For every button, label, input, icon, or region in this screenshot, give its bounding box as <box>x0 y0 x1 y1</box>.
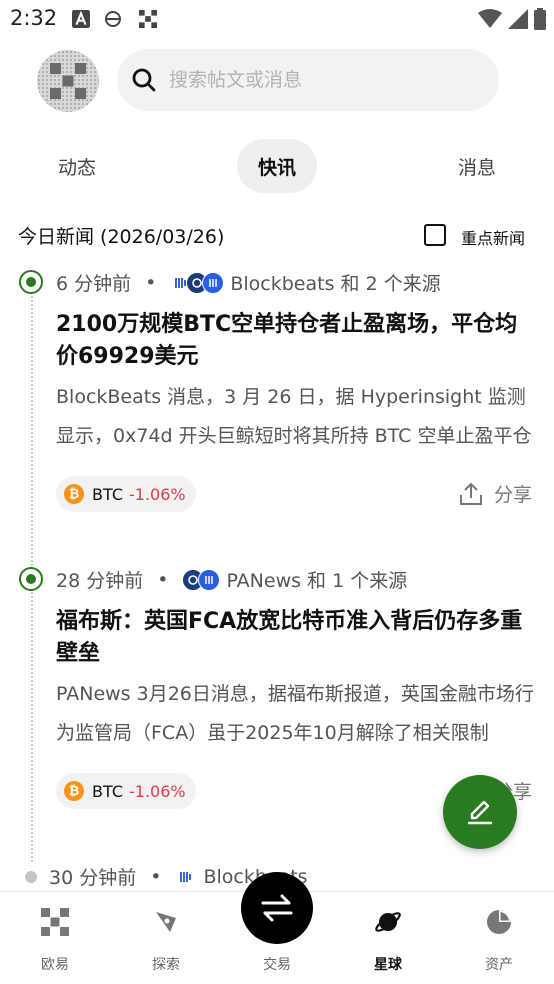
source-icons <box>170 271 225 294</box>
bitcoin-icon: ₿ <box>64 484 84 504</box>
search-icon <box>132 68 156 92</box>
bitcoin-icon: ₿ <box>64 781 84 801</box>
timeline-dot <box>19 270 43 294</box>
avatar[interactable] <box>37 50 99 112</box>
key-news-label[interactable]: 重点新闻 <box>461 225 525 249</box>
timeline-dot <box>19 567 43 591</box>
battery-icon <box>534 8 546 30</box>
tab-messages[interactable]: 消息 <box>436 139 518 193</box>
status-bar: 2:32 <box>0 0 554 38</box>
search-input[interactable] <box>169 69 469 91</box>
timeline-line <box>31 592 33 862</box>
timeline-dot <box>25 871 37 883</box>
okx-logo-icon <box>41 908 69 936</box>
okx-avatar-icon <box>50 63 86 99</box>
news-time: 30 分钟前 <box>49 867 137 889</box>
pie-chart-icon <box>487 910 511 934</box>
source-icons <box>182 568 221 591</box>
share-button[interactable]: 分享 <box>458 480 532 507</box>
nav-planet[interactable]: 星球 <box>333 892 443 984</box>
news-meta: 6 分钟前 • Blockbeats 和 2 个来源 <box>56 269 441 296</box>
edit-pencil-icon <box>467 800 493 825</box>
section-title: 今日新闻 (2026/03/26) <box>18 226 225 248</box>
font-notification-icon <box>72 10 90 28</box>
signal-icon <box>508 9 528 29</box>
browser-notification-icon <box>105 11 121 27</box>
wifi-icon <box>478 9 502 28</box>
news-time: 6 分钟前 <box>56 273 132 295</box>
coin-symbol: BTC <box>92 781 123 801</box>
coin-change: -1.06% <box>128 484 186 504</box>
tab-dynamics[interactable]: 动态 <box>36 139 118 193</box>
news-headline[interactable]: 2100万规模BTC空单持仓者止盈离场，平仓均价69929美元 <box>56 309 536 373</box>
source-icons <box>175 865 198 888</box>
trade-button[interactable] <box>241 872 313 944</box>
planet-icon <box>375 912 401 932</box>
swap-arrows-icon <box>261 894 293 922</box>
compass-icon <box>156 912 176 932</box>
nav-okx[interactable]: 欧易 <box>0 892 110 984</box>
source-logo-icon <box>202 271 225 294</box>
coin-change: -1.06% <box>128 781 186 801</box>
tab-flash-news[interactable]: 快讯 <box>237 139 317 193</box>
news-meta: 28 分钟前 • PANews 和 1 个来源 <box>56 566 407 593</box>
okx-notification-icon <box>139 10 157 28</box>
compose-button[interactable] <box>443 775 517 849</box>
share-label: 分享 <box>494 484 533 506</box>
key-news-checkbox[interactable] <box>424 224 446 246</box>
news-headline[interactable]: 福布斯：英国FCA放宽比特币准入背后仍存多重壁垒 <box>56 606 536 670</box>
coin-tag[interactable]: ₿ BTC -1.06% <box>56 476 196 512</box>
source-logo-icon <box>198 568 221 591</box>
coin-tag[interactable]: ₿ BTC -1.06% <box>56 773 196 809</box>
nav-explore[interactable]: 探索 <box>111 892 221 984</box>
news-source[interactable]: PANews 和 1 个来源 <box>226 566 407 593</box>
blockbeats-icon <box>175 865 198 888</box>
news-time: 28 分钟前 <box>56 570 144 592</box>
nav-assets[interactable]: 资产 <box>444 892 554 984</box>
news-source[interactable]: Blockbeats 和 2 个来源 <box>230 269 440 296</box>
status-time: 2:32 <box>10 6 58 30</box>
share-icon <box>460 482 482 505</box>
search-bar[interactable] <box>117 49 499 111</box>
timeline-line <box>31 296 33 566</box>
coin-symbol: BTC <box>92 484 123 504</box>
news-summary[interactable]: PANews 3月26日消息，据福布斯报道，英国金融市场行为监管局（FCA）虽于… <box>56 675 536 753</box>
news-summary[interactable]: BlockBeats 消息，3 月 26 日，据 Hyperinsight 监测… <box>56 378 536 456</box>
